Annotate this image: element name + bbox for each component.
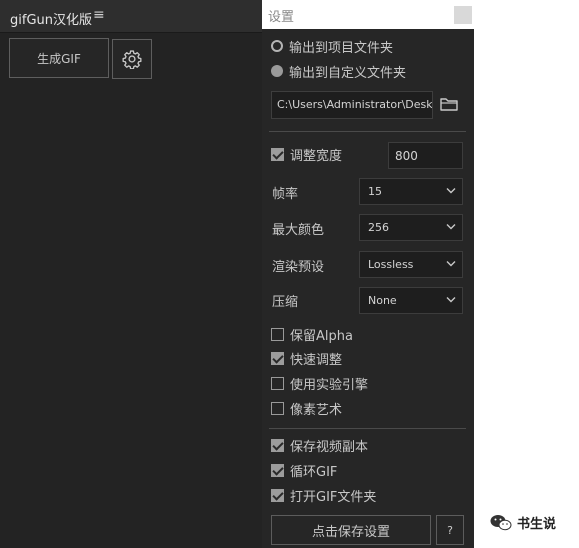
fps-select[interactable]: 15 bbox=[359, 178, 463, 205]
save-settings-button[interactable]: 点击保存设置 bbox=[271, 515, 431, 545]
dialog-titlebar: 设置 bbox=[262, 0, 474, 29]
checkbox-unchecked-icon bbox=[271, 327, 284, 341]
loop-gif-label: 循环GIF bbox=[290, 464, 338, 480]
fast-resize-label: 快速调整 bbox=[290, 352, 343, 368]
fps-label: 帧率 bbox=[272, 187, 299, 202]
radio-output-custom[interactable]: 输出到自定义文件夹 bbox=[271, 62, 407, 81]
panel-title: gifGun汉化版 bbox=[10, 13, 92, 28]
checkbox-checked-icon bbox=[271, 351, 284, 365]
loop-gif-checkbox[interactable]: 循环GIF bbox=[271, 461, 338, 480]
pixel-art-label: 像素艺术 bbox=[290, 402, 343, 418]
dialog-title: 设置 bbox=[268, 10, 295, 25]
chevron-down-icon bbox=[446, 297, 456, 303]
max-colors-value: 256 bbox=[368, 221, 389, 234]
save-video-copy-checkbox[interactable]: 保存视频副本 bbox=[271, 436, 369, 455]
panel-header: gifGun汉化版 ≡ bbox=[0, 0, 262, 33]
radio-label-project: 输出到项目文件夹 bbox=[289, 40, 394, 56]
checkbox-unchecked-icon bbox=[271, 376, 284, 390]
checkbox-unchecked-icon bbox=[271, 401, 284, 415]
fast-resize-checkbox[interactable]: 快速调整 bbox=[271, 349, 343, 368]
radio-output-project[interactable]: 输出到项目文件夹 bbox=[271, 37, 394, 56]
radio-unselected-icon bbox=[271, 40, 283, 52]
checkbox-checked-icon bbox=[271, 438, 284, 452]
generate-gif-button[interactable]: 生成GIF bbox=[9, 38, 109, 78]
checkbox-checked-icon bbox=[271, 147, 284, 161]
open-gif-folder-checkbox[interactable]: 打开GIF文件夹 bbox=[271, 486, 377, 505]
save-video-copy-label: 保存视频副本 bbox=[290, 439, 369, 455]
hamburger-icon[interactable]: ≡ bbox=[93, 7, 105, 23]
max-colors-label: 最大颜色 bbox=[272, 223, 325, 238]
divider bbox=[269, 131, 466, 132]
chevron-down-icon bbox=[446, 261, 456, 267]
resize-width-checkbox[interactable]: 调整宽度 bbox=[271, 145, 343, 164]
max-colors-select[interactable]: 256 bbox=[359, 214, 463, 241]
watermark-text: 书生说 bbox=[517, 517, 557, 532]
radio-label-custom: 输出到自定义文件夹 bbox=[289, 65, 407, 81]
output-path-input[interactable]: C:\Users\Administrator\Deskto bbox=[271, 91, 433, 119]
close-button[interactable] bbox=[454, 6, 472, 24]
render-preset-label: 渲染预设 bbox=[272, 260, 325, 275]
chevron-down-icon bbox=[446, 188, 456, 194]
width-input[interactable]: 800 bbox=[388, 142, 463, 169]
render-preset-value: Lossless bbox=[368, 258, 414, 271]
pixel-art-checkbox[interactable]: 像素艺术 bbox=[271, 399, 343, 418]
render-preset-select[interactable]: Lossless bbox=[359, 251, 463, 278]
chevron-down-icon bbox=[446, 224, 456, 230]
open-gif-folder-label: 打开GIF文件夹 bbox=[290, 489, 377, 505]
settings-dialog: 设置 输出到项目文件夹 输出到自定义文件夹 C:\Users\Administr… bbox=[262, 0, 474, 548]
checkbox-checked-icon bbox=[271, 463, 284, 477]
compression-select[interactable]: None bbox=[359, 287, 463, 314]
watermark: 书生说 bbox=[490, 513, 556, 532]
keep-alpha-label: 保留Alpha bbox=[290, 328, 353, 344]
folder-icon[interactable] bbox=[440, 96, 458, 112]
wechat-icon bbox=[490, 514, 512, 530]
settings-button[interactable] bbox=[112, 39, 152, 79]
help-button[interactable]: ? bbox=[436, 515, 464, 545]
compression-value: None bbox=[368, 294, 397, 307]
compression-label: 压缩 bbox=[272, 295, 299, 310]
radio-filled-icon bbox=[271, 65, 283, 77]
gear-icon bbox=[122, 50, 142, 69]
experimental-engine-label: 使用实验引擎 bbox=[290, 377, 369, 393]
fps-value: 15 bbox=[368, 185, 382, 198]
resize-width-label: 调整宽度 bbox=[290, 148, 343, 164]
divider bbox=[269, 428, 466, 429]
checkbox-checked-icon bbox=[271, 488, 284, 502]
keep-alpha-checkbox[interactable]: 保留Alpha bbox=[271, 325, 353, 344]
experimental-engine-checkbox[interactable]: 使用实验引擎 bbox=[271, 374, 369, 393]
